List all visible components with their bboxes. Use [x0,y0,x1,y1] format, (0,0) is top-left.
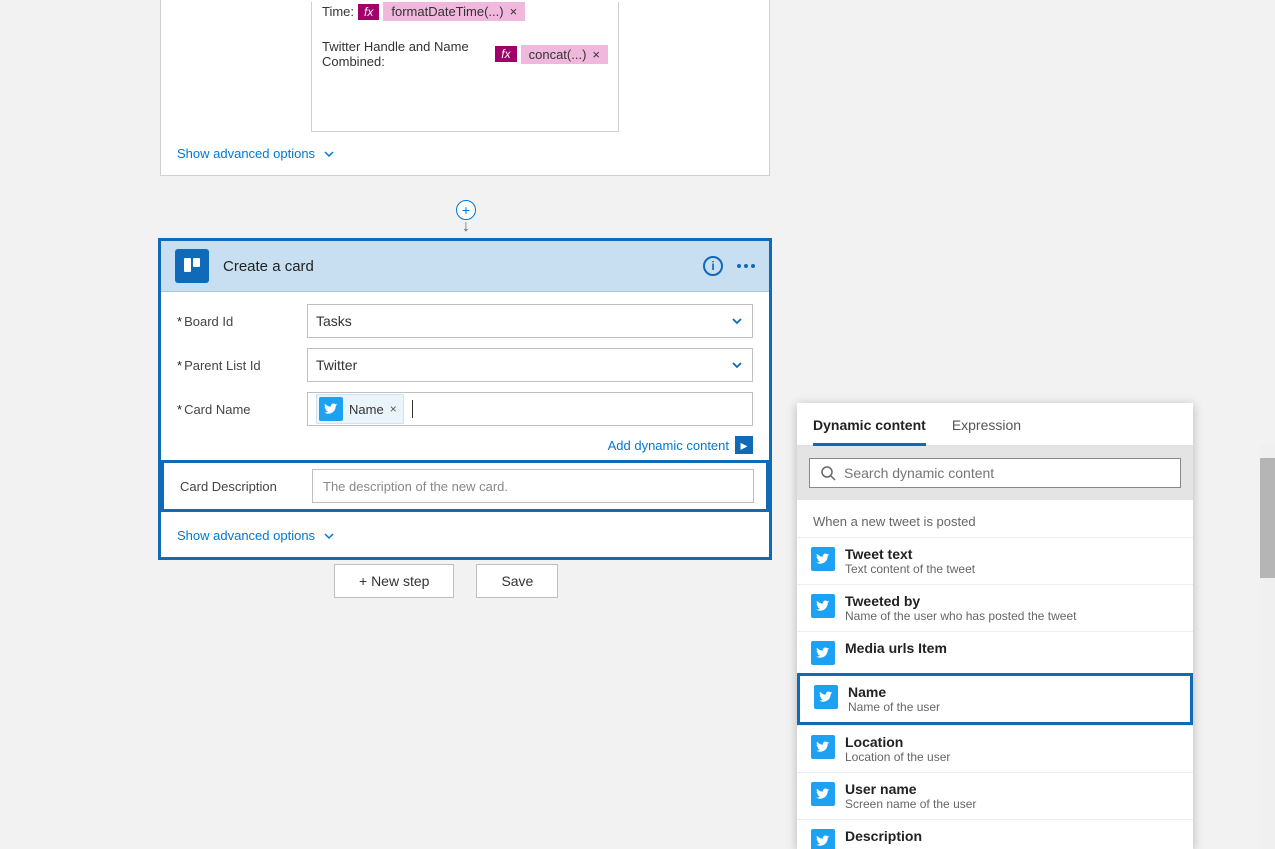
create-card-action: Create a card i *Board Id Tasks *Parent … [158,238,772,560]
remove-token-icon[interactable]: × [592,47,600,62]
dynamic-token-name[interactable]: Name × [316,394,404,424]
expr-token-concat[interactable]: concat(...) × [521,45,608,64]
dc-list[interactable]: When a new tweet is posted Tweet textTex… [797,500,1193,849]
flow-buttons: + New step Save [334,564,558,598]
card-name-row: *Card Name Name × [177,392,753,426]
card-description-input[interactable] [312,469,754,503]
dc-item-tweeted-by[interactable]: Tweeted byName of the user who has poste… [797,584,1193,631]
add-dynamic-content-row: Add dynamic content ▸ [177,436,753,454]
twitter-icon [811,735,835,759]
parent-list-id-select[interactable]: Twitter [307,348,753,382]
show-advanced-link[interactable]: Show advanced options [161,132,769,175]
trello-icon [175,249,209,283]
chevron-down-icon [730,314,744,328]
dc-search[interactable] [809,458,1181,488]
remove-token-icon[interactable]: × [510,4,518,19]
chevron-down-icon [323,148,335,160]
dynamic-content-panel: Dynamic content Expression When a new tw… [797,403,1193,849]
board-id-row: *Board Id Tasks [177,304,753,338]
dc-item-media-urls[interactable]: Media urls Item [797,631,1193,673]
handle-label: Twitter Handle and Name Combined: [322,39,491,69]
twitter-icon [811,594,835,618]
chevron-down-icon [323,530,335,542]
fx-icon: fx [358,4,379,20]
dc-item-location[interactable]: LocationLocation of the user [797,725,1193,772]
card-name-input[interactable]: Name × [307,392,753,426]
board-id-select[interactable]: Tasks [307,304,753,338]
save-button[interactable]: Save [476,564,558,598]
more-menu-icon[interactable] [737,264,755,268]
tab-expression[interactable]: Expression [952,417,1021,445]
card-description-row-highlighted: Card Description [161,460,769,512]
twitter-icon [814,685,838,709]
action-title: Create a card [223,258,703,275]
parent-list-id-row: *Parent List Id Twitter [177,348,753,382]
info-icon[interactable]: i [703,256,723,276]
twitter-icon [811,547,835,571]
compose-action-card: Time: fx formatDateTime(...) × Twitter H… [160,0,770,176]
dc-item-user-name[interactable]: User nameScreen name of the user [797,772,1193,819]
add-step-button[interactable]: + [456,200,476,220]
arrow-down-icon: ↓ [456,218,476,236]
dc-group-header: When a new tweet is posted [797,500,1193,537]
flow-connector: + ↓ [456,200,476,240]
twitter-icon [811,829,835,849]
dc-tabs: Dynamic content Expression [797,403,1193,446]
time-row: Time: fx formatDateTime(...) × [322,2,608,21]
action-header[interactable]: Create a card i [161,241,769,292]
scrollbar-thumb[interactable] [1260,458,1275,578]
twitter-icon [319,397,343,421]
dc-search-wrap [797,446,1193,500]
fx-icon: fx [495,46,516,62]
add-dynamic-content-link[interactable]: Add dynamic content [608,438,729,453]
tab-dynamic-content[interactable]: Dynamic content [813,417,926,446]
text-cursor [412,400,413,418]
card-description-label: Card Description [176,479,312,494]
search-icon [820,465,836,481]
expr-token-formatdatetime[interactable]: formatDateTime(...) × [383,2,525,21]
handle-row: Twitter Handle and Name Combined: fx con… [322,39,608,69]
new-step-button[interactable]: + New step [334,564,454,598]
time-label: Time: [322,4,354,19]
dc-item-tweet-text[interactable]: Tweet textText content of the tweet [797,537,1193,584]
chevron-down-icon [730,358,744,372]
show-advanced-link[interactable]: Show advanced options [177,518,753,551]
dc-item-description[interactable]: Description [797,819,1193,849]
twitter-icon [811,782,835,806]
action-form: *Board Id Tasks *Parent List Id Twitter … [161,292,769,557]
dc-item-name-highlighted[interactable]: NameName of the user [797,673,1193,725]
dc-search-input[interactable] [844,465,1170,481]
twitter-icon [811,641,835,665]
remove-token-icon[interactable]: × [390,402,397,416]
compose-inputs-box: Time: fx formatDateTime(...) × Twitter H… [311,2,619,132]
add-dynamic-content-button[interactable]: ▸ [735,436,753,454]
